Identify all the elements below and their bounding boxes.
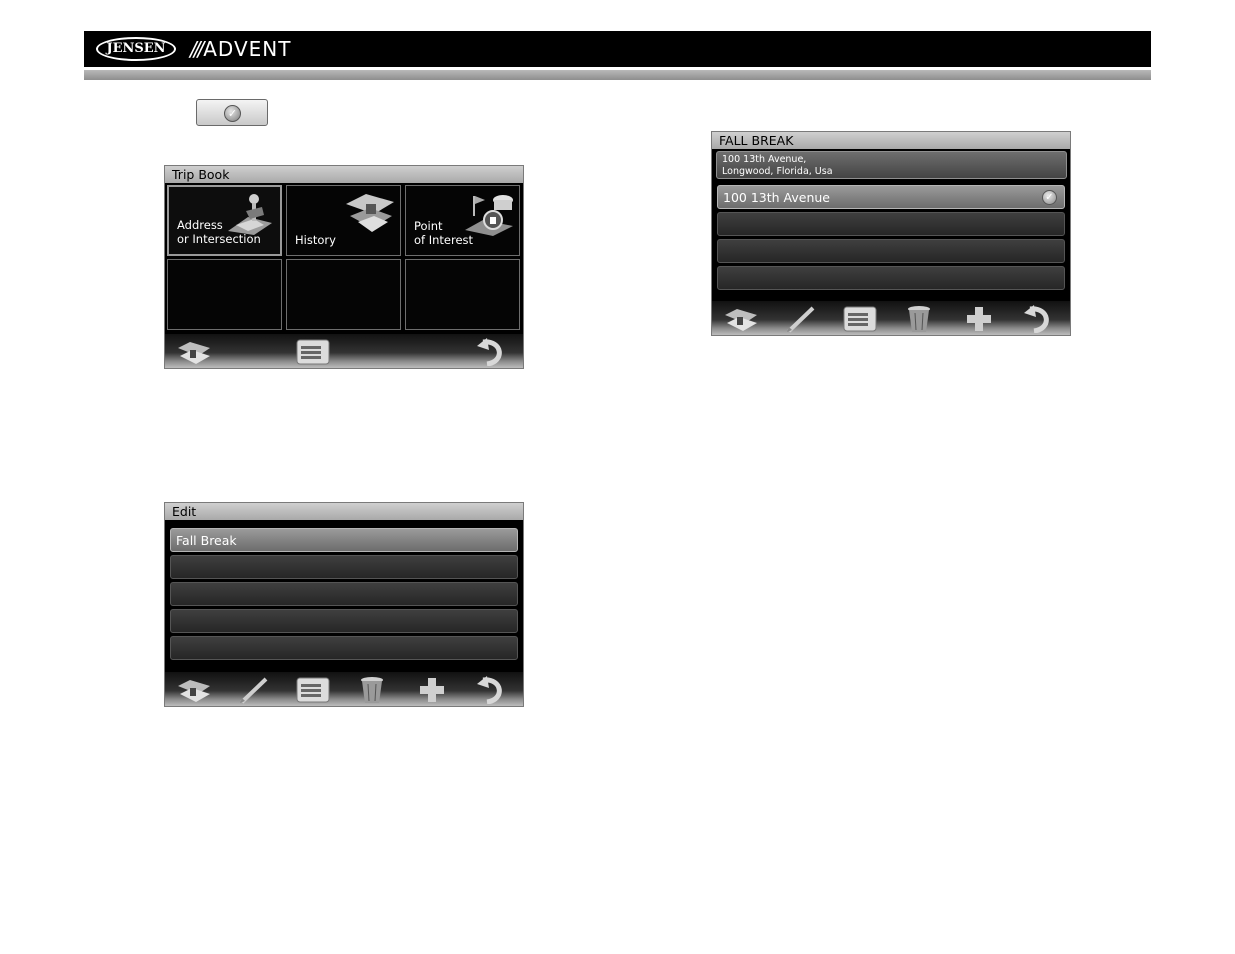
cell-label-line2: History [295,233,336,247]
list-item-selected[interactable]: 100 13th Avenue ✓ [717,185,1065,209]
address-line-1: 100 13th Avenue, [722,154,807,165]
trip-list: Fall Break [170,528,518,663]
cell-label-line1: Point [414,219,443,233]
trip-book-grid: Address or Intersection History Point of I… [167,185,521,330]
list-item-selected[interactable]: Fall Break [170,528,518,552]
list-item[interactable] [170,582,518,606]
header-rule [84,70,1151,80]
list-item[interactable] [717,266,1065,290]
trash-icon[interactable] [354,676,390,704]
plus-icon[interactable] [414,676,450,704]
back-icon[interactable] [473,676,509,704]
destination-label: 100 13th Avenue [723,190,830,205]
jensen-logo: JENSEN [96,37,176,61]
fall-break-toolbar [712,301,1070,335]
back-icon[interactable] [1020,305,1056,333]
pencil-icon[interactable] [236,676,272,704]
header-bar: JENSEN ///ADVENT [84,31,1151,67]
list-item[interactable] [170,609,518,633]
fall-break-title: FALL BREAK [712,132,1070,149]
map-icon[interactable] [723,305,759,333]
list-item[interactable] [717,239,1065,263]
address-line-2: Longwood, Florida, Usa [722,166,833,177]
advent-logo-slashes: /// [190,37,204,61]
check-icon: ✓ [224,105,241,122]
edit-toolbar [165,672,523,706]
cell-label-line1: Address [177,218,223,232]
advent-logo-text: ADVENT [203,37,292,61]
edit-title: Edit [165,503,523,520]
cell-label-line2: of Interest [414,233,474,247]
pencil-icon[interactable] [783,305,819,333]
list-item[interactable] [170,555,518,579]
history-button[interactable]: History [286,185,401,256]
advent-logo: ///ADVENT [190,36,291,62]
map-icon[interactable] [176,338,212,366]
destination-list: 100 13th Avenue ✓ [717,185,1065,293]
trash-icon[interactable] [901,305,937,333]
list-icon[interactable] [295,338,331,366]
list-icon[interactable] [295,676,331,704]
list-icon[interactable] [842,305,878,333]
point-of-interest-button[interactable]: Point of Interest [405,185,520,256]
edit-screen: Edit Fall Break [164,502,524,707]
address-summary: 100 13th Avenue, Longwood, Florida, Usa [716,151,1067,179]
empty-cell [405,259,520,330]
trip-book-screen: Trip Book Address or Intersection History [164,165,524,369]
history-map-icon [346,194,394,232]
cell-label-line2: or Intersection [177,232,261,246]
list-item[interactable] [717,212,1065,236]
fall-break-screen: FALL BREAK 100 13th Avenue, Longwood, Fl… [711,131,1071,336]
empty-cell [167,259,282,330]
map-icon[interactable] [176,676,212,704]
trip-book-toolbar [165,334,523,368]
address-or-intersection-button[interactable]: Address or Intersection [167,185,282,256]
check-icon: ✓ [1042,190,1057,205]
plus-icon[interactable] [961,305,997,333]
list-item[interactable] [170,636,518,660]
ok-button[interactable]: ✓ [196,99,268,126]
empty-cell [286,259,401,330]
trip-book-title: Trip Book [165,166,523,183]
back-icon[interactable] [473,338,509,366]
